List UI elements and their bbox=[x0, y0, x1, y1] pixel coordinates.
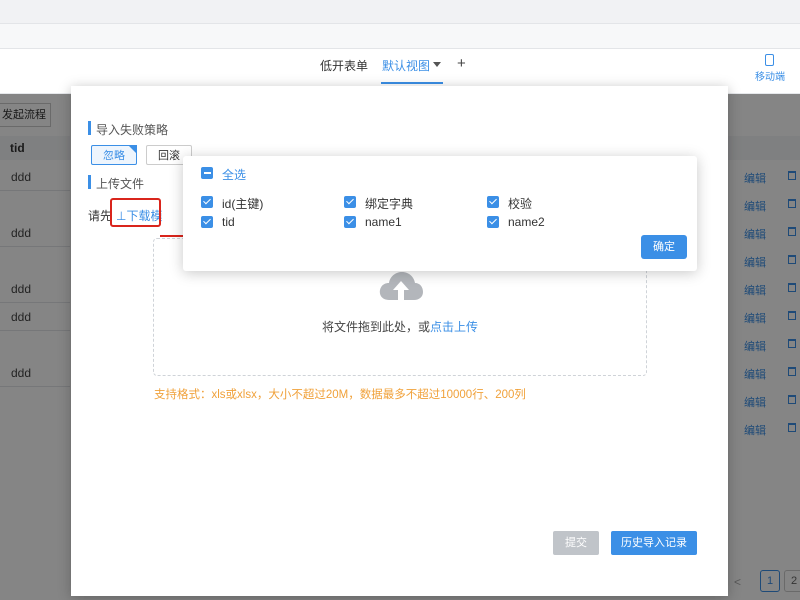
active-view-indicator bbox=[381, 82, 443, 84]
dropzone-text: 将文件拖到此处，或 bbox=[321, 320, 430, 334]
dropzone-instructions: 将文件拖到此处，或点击上传 bbox=[0, 318, 800, 335]
field-checkbox-name1[interactable] bbox=[344, 216, 356, 228]
field-label-dict[interactable]: 绑定字典 bbox=[365, 195, 413, 212]
field-label-tid[interactable]: tid bbox=[222, 215, 235, 229]
import-history-button[interactable]: 历史导入记录 bbox=[611, 531, 697, 555]
field-select-popover bbox=[183, 156, 697, 271]
browser-address-bar bbox=[0, 24, 800, 49]
mobile-icon[interactable] bbox=[765, 54, 774, 66]
section-marker bbox=[88, 175, 91, 189]
browser-tab-bar bbox=[0, 0, 800, 24]
form-title[interactable]: 低开表单 bbox=[320, 57, 368, 74]
field-label-name2[interactable]: name2 bbox=[508, 215, 545, 229]
download-prefix-text: 请先 bbox=[88, 209, 113, 223]
chevron-down-icon[interactable] bbox=[433, 62, 441, 67]
field-checkbox-dict[interactable] bbox=[344, 196, 356, 208]
select-all-label[interactable]: 全选 bbox=[222, 166, 246, 183]
format-hint: 支持格式：xls或xlsx，大小不超过20M，数据最多不超过10000行、200… bbox=[154, 389, 526, 401]
upload-file-title: 上传文件 bbox=[96, 177, 145, 191]
field-checkbox-id[interactable] bbox=[201, 196, 213, 208]
mobile-view-button[interactable]: 移动端 bbox=[755, 68, 785, 83]
confirm-button[interactable]: 确定 bbox=[641, 235, 687, 259]
annotation-highlight-box bbox=[110, 198, 161, 227]
click-upload-link[interactable]: 点击上传 bbox=[430, 320, 478, 334]
field-label-id[interactable]: id(主键) bbox=[222, 195, 263, 212]
strategy-ignore-button[interactable]: 忽略 bbox=[91, 145, 137, 165]
view-selector[interactable]: 默认视图 bbox=[382, 57, 430, 74]
add-view-button[interactable]: + bbox=[457, 55, 466, 72]
field-checkbox-validate[interactable] bbox=[487, 196, 499, 208]
field-label-validate[interactable]: 校验 bbox=[508, 195, 532, 212]
field-checkbox-tid[interactable] bbox=[201, 216, 213, 228]
strategy-ignore-label: 忽略 bbox=[103, 150, 125, 162]
select-all-checkbox[interactable] bbox=[201, 167, 213, 179]
field-label-name1[interactable]: name1 bbox=[365, 215, 402, 229]
submit-button[interactable]: 提交 bbox=[553, 531, 599, 555]
field-checkbox-name2[interactable] bbox=[487, 216, 499, 228]
selected-corner-icon bbox=[128, 145, 137, 154]
cloud-upload-icon bbox=[379, 272, 423, 300]
section-marker bbox=[88, 121, 91, 135]
import-strategy-title: 导入失败策略 bbox=[96, 123, 169, 137]
